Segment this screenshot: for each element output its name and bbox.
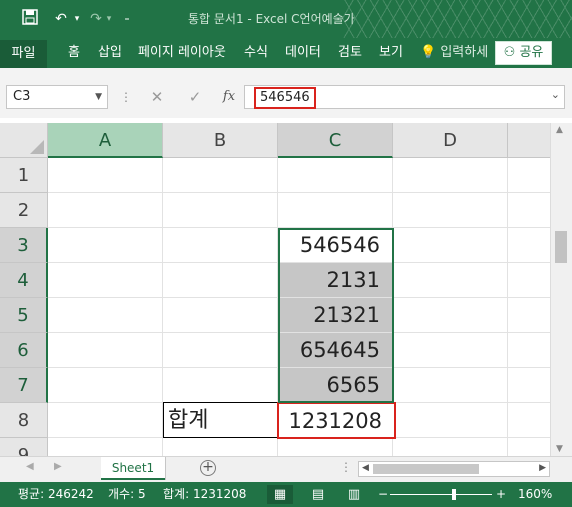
share-label: 공유 <box>519 45 544 60</box>
row-header-4[interactable]: 4 <box>0 263 48 298</box>
select-all-button[interactable] <box>0 123 48 158</box>
cell-c8[interactable]: 1231208 <box>277 402 396 439</box>
sheet-tab-sheet1[interactable]: Sheet1 <box>101 457 165 480</box>
tab-page-layout[interactable]: 페이지 레이아웃 <box>138 38 226 68</box>
cell-b8[interactable]: 합계 <box>163 402 279 438</box>
column-header-d[interactable]: D <box>393 123 508 158</box>
horizontal-scrollbar[interactable]: ◀ ▶ <box>358 461 550 477</box>
row-header-9[interactable]: 9 <box>0 438 48 456</box>
name-box-value: C3 <box>13 89 31 104</box>
prev-sheet-icon[interactable]: ◀ <box>26 461 34 472</box>
person-icon: ⚇ <box>503 45 516 60</box>
scroll-left-icon[interactable]: ◀ <box>362 463 369 473</box>
zoom-slider-thumb[interactable] <box>452 489 456 500</box>
undo-icon[interactable]: ↶ <box>50 9 72 29</box>
share-button[interactable]: ⚇ 공유 <box>495 41 552 65</box>
add-sheet-icon[interactable]: + <box>200 460 216 476</box>
cell-c4[interactable]: 2131 <box>278 263 393 298</box>
enter-icon[interactable]: ✓ <box>184 85 206 109</box>
status-average: 평균: 246242 <box>18 487 94 501</box>
save-icon[interactable] <box>20 9 40 29</box>
zoom-slider[interactable] <box>390 494 492 495</box>
column-header-a[interactable]: A <box>48 123 163 158</box>
tab-review[interactable]: 검토 <box>338 38 362 68</box>
formula-bar: C3 ▼ ⋮ ✕ ✓ fx 546546 ⌄ <box>0 68 572 118</box>
zoom-out-icon[interactable]: − <box>378 482 388 507</box>
status-sum: 합계: 1231208 <box>163 487 247 501</box>
normal-view-icon[interactable]: ▦ <box>267 485 293 504</box>
row-header-6[interactable]: 6 <box>0 333 48 368</box>
page-layout-view-icon[interactable]: ▤ <box>305 485 331 504</box>
cancel-icon[interactable]: ✕ <box>146 85 168 109</box>
expand-formula-bar-icon[interactable]: ⌄ <box>551 88 560 101</box>
formula-value: 546546 <box>254 87 316 109</box>
zoom-level[interactable]: 160% <box>518 482 552 507</box>
scroll-down-icon[interactable]: ▼ <box>556 444 563 454</box>
horizontal-scroll-thumb[interactable] <box>373 464 479 474</box>
vertical-scrollbar[interactable]: ▲ ▼ <box>550 123 572 456</box>
undo-dropdown-icon[interactable]: ▾ <box>72 9 82 29</box>
worksheet-grid[interactable]: A B C D 1 2 3 4 5 6 7 8 9 546546 2131 21… <box>0 118 572 456</box>
row-header-5[interactable]: 5 <box>0 298 48 333</box>
redo-dropdown-icon[interactable]: ▾ <box>104 9 114 29</box>
column-header-c[interactable]: C <box>278 123 393 158</box>
window-title: 통합 문서1 - Excel C언어예술가 <box>188 12 355 26</box>
formula-bar-splitter[interactable]: ⋮ <box>120 90 132 104</box>
name-box[interactable]: C3 ▼ <box>6 85 108 109</box>
status-count: 개수: 5 <box>108 487 146 501</box>
lightbulb-icon: 💡 <box>420 45 437 60</box>
tab-splitter-icon[interactable]: ⋮ <box>340 460 352 474</box>
redo-icon[interactable]: ↷ <box>86 9 106 29</box>
name-box-dropdown-icon[interactable]: ▼ <box>95 86 102 108</box>
formula-input[interactable]: 546546 ⌄ <box>244 85 565 109</box>
vertical-scroll-thumb[interactable] <box>555 231 567 263</box>
cell-c7[interactable]: 6565 <box>278 368 393 403</box>
row-header-8[interactable]: 8 <box>0 403 48 438</box>
cell-c5[interactable]: 21321 <box>278 298 393 333</box>
tab-file[interactable]: 파일 <box>0 40 47 68</box>
tab-insert[interactable]: 삽입 <box>98 38 122 68</box>
row-header-1[interactable]: 1 <box>0 158 48 193</box>
insert-function-icon[interactable]: fx <box>218 85 240 109</box>
row-header-7[interactable]: 7 <box>0 368 48 403</box>
scroll-right-icon[interactable]: ▶ <box>539 463 546 473</box>
column-header-b[interactable]: B <box>163 123 278 158</box>
next-sheet-icon[interactable]: ▶ <box>54 461 62 472</box>
zoom-in-icon[interactable]: + <box>496 482 506 507</box>
ribbon: 파일 홈 삽입 페이지 레이아웃 수식 데이터 검토 보기 💡 입력하세 ⚇ 공… <box>0 38 572 68</box>
tab-home[interactable]: 홈 <box>68 38 80 68</box>
status-bar: 평균: 246242 개수: 5 합계: 1231208 ▦ ▤ ▥ − + 1… <box>0 482 572 507</box>
title-bar-pattern <box>342 0 572 38</box>
cell-c3[interactable]: 546546 <box>278 228 393 263</box>
page-break-preview-icon[interactable]: ▥ <box>341 485 367 504</box>
tab-view[interactable]: 보기 <box>379 38 403 68</box>
row-header-2[interactable]: 2 <box>0 193 48 228</box>
tab-formulas[interactable]: 수식 <box>244 38 268 68</box>
tab-data[interactable]: 데이터 <box>285 38 321 68</box>
row-header-3[interactable]: 3 <box>0 228 48 263</box>
title-bar: ↶ ▾ ↷ ▾ ₌ 통합 문서1 - Excel C언어예술가 <box>0 0 572 38</box>
tell-me-box[interactable]: 💡 입력하세 <box>420 38 488 68</box>
tell-me-label: 입력하세 <box>440 45 489 60</box>
sheet-tab-bar: ◀ ▶ Sheet1 + ⋮ ◀ ▶ <box>0 456 572 482</box>
scroll-up-icon[interactable]: ▲ <box>556 125 563 135</box>
cell-c6[interactable]: 654645 <box>278 333 393 368</box>
customize-quick-access-icon[interactable]: ₌ <box>120 9 134 29</box>
